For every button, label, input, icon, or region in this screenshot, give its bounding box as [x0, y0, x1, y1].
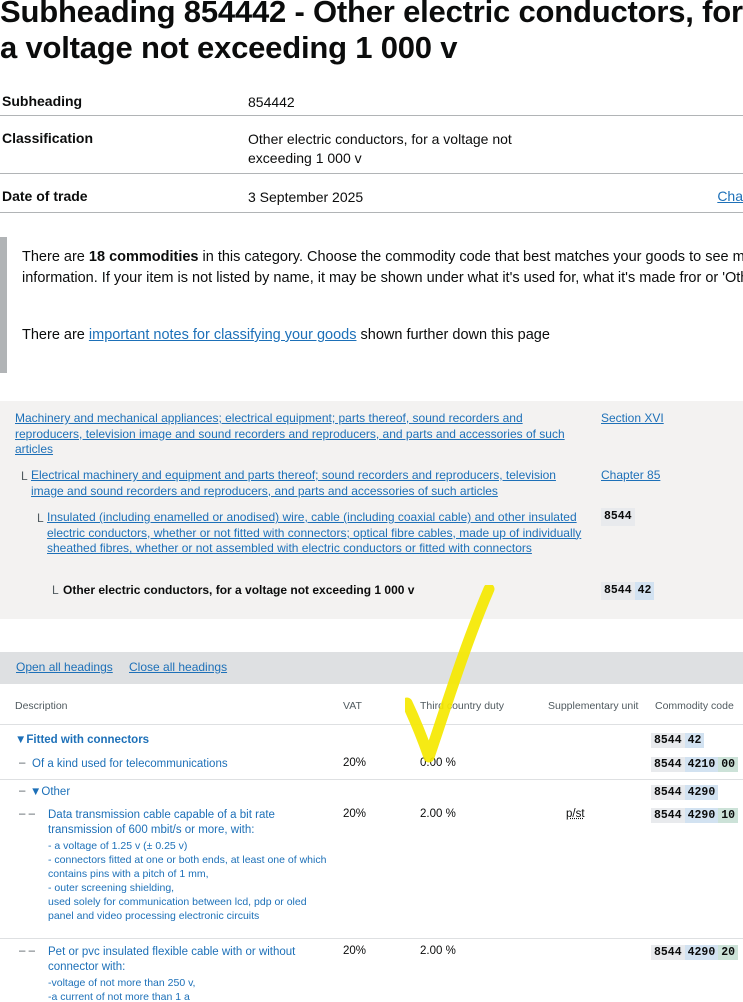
summary-value: 3 September 2025: [248, 189, 364, 205]
subheading-code: 8544 42: [601, 582, 655, 600]
header-commodity-code: Commodity code: [655, 700, 734, 712]
commodity-code: 8544 4290 10: [651, 808, 739, 823]
duty-rate: 0.00 %: [420, 757, 456, 769]
duty-rate: 2.00 %: [420, 945, 456, 957]
change-date-link[interactable]: Cha: [717, 188, 743, 204]
header-vat: VAT: [343, 700, 362, 712]
summary-row-subheading: Subheading 854442: [0, 84, 743, 116]
close-all-headings-link[interactable]: Close all headings: [129, 660, 227, 674]
commodity-code: 8544 4290: [651, 785, 719, 800]
inset-text-part: There are: [22, 327, 89, 343]
code-chapter-part: 8544: [651, 733, 685, 748]
important-notes-link[interactable]: important notes for classifying your goo…: [89, 327, 357, 343]
hierarchy-breadcrumbs: Machinery and mechanical appliances; ele…: [0, 401, 743, 619]
tree-dash: – –: [19, 945, 35, 957]
commodity-code: 8544 4210 00: [651, 757, 739, 772]
triangle-down-icon: ▼: [30, 786, 42, 798]
current-subheading: Other electric conductors, for a voltage…: [63, 583, 415, 597]
row-detail: - outer screening shielding,: [48, 881, 175, 894]
row-detail: - a voltage of 1.25 v (± 0.25 v): [48, 839, 188, 852]
headings-toolbar: Open all headings Close all headings: [0, 652, 743, 684]
supplementary-unit[interactable]: p/st: [566, 808, 585, 820]
row-detail: used solely for communication between lc…: [48, 895, 307, 922]
tree-dash: –: [19, 757, 26, 769]
open-all-headings-link[interactable]: Open all headings: [16, 660, 113, 674]
summary-row-classification: Classification Other electric conductors…: [0, 115, 743, 174]
tree-corner-icon: L: [52, 583, 59, 597]
vat-rate: 20%: [343, 945, 367, 957]
code-subheading-part: 4290: [684, 808, 719, 823]
row-divider: [0, 938, 743, 939]
page-title: Subheading 854442 - Other electric condu…: [0, 0, 743, 65]
commodity-count-text: There are 18 commodities in this categor…: [22, 247, 743, 289]
code-subheading-part: 4210: [684, 757, 719, 772]
row-label: Other: [41, 786, 71, 798]
table-row-data-cable[interactable]: – – Data transmission cable capable of a…: [0, 808, 743, 936]
code-chapter-part: 8544: [601, 582, 635, 600]
table-row-pvc-cable[interactable]: – – Pet or pvc insulated flexible cable …: [0, 945, 743, 1002]
commodity-link[interactable]: Data transmission cable capable of a bit…: [48, 808, 333, 923]
table-row-telecom[interactable]: – Of a kind used for telecommunications …: [0, 757, 743, 779]
tree-row-fitted[interactable]: ▼Fitted with connectors 8544 42: [0, 733, 743, 755]
code-chapter-part: 8544: [651, 945, 685, 960]
tree-corner-icon: L: [21, 469, 28, 483]
code-subheading-part: 4290: [684, 785, 719, 800]
tree-dash: – –: [19, 808, 35, 820]
duty-rate: 2.00 %: [420, 808, 456, 820]
commodity-code: 8544 4290 20: [651, 945, 739, 960]
code-chapter-part: 8544: [601, 508, 635, 526]
chapter-link[interactable]: Electrical machinery and equipment and p…: [31, 468, 586, 499]
code-suffix-part: 10: [718, 808, 739, 823]
row-label: Pet or pvc insulated flexible cable with…: [48, 946, 296, 974]
inset-text-part: There are: [22, 249, 89, 265]
code-chapter-part: 8544: [651, 808, 685, 823]
header-supplementary-unit: Supplementary unit: [548, 700, 639, 712]
row-detail: -voltage of not more than 250 v,: [48, 976, 196, 989]
heading-code: 8544: [601, 508, 635, 526]
summary-value: 854442: [248, 94, 295, 110]
table-header: Description VAT Third country duty Suppl…: [0, 700, 743, 725]
toggle-other[interactable]: ▼Other: [30, 785, 70, 800]
tree-dash: –: [19, 785, 26, 797]
commodity-link[interactable]: Of a kind used for telecommunications: [32, 757, 228, 772]
commodity-link[interactable]: Pet or pvc insulated flexible cable with…: [48, 945, 333, 1002]
inset-text-part: shown further down this page: [356, 327, 550, 343]
section-ref-link[interactable]: Section XVI: [601, 411, 664, 427]
vat-rate: 20%: [343, 808, 367, 820]
row-detail: -a current of not more than 1 a: [48, 990, 190, 1002]
triangle-down-icon: ▼: [15, 734, 27, 746]
code-subheading-part: 4290: [684, 945, 719, 960]
summary-row-date: Date of trade 3 September 2025 Cha: [0, 173, 743, 213]
vat-rate: 20%: [343, 757, 367, 769]
notes-text: There are important notes for classifyin…: [22, 325, 743, 346]
summary-key: Subheading: [2, 93, 83, 109]
row-label: Fitted with connectors: [26, 734, 150, 746]
chapter-ref-link[interactable]: Chapter 85: [601, 468, 660, 484]
summary-key: Date of trade: [2, 188, 88, 204]
heading-link[interactable]: Insulated (including enamelled or anodis…: [47, 510, 587, 557]
header-description: Description: [15, 700, 68, 712]
tree-corner-icon: L: [37, 511, 44, 525]
code-subheading-part: 42: [684, 733, 705, 748]
code-chapter-part: 8544: [651, 757, 685, 772]
row-divider: [0, 779, 743, 780]
tree-row-other[interactable]: – ▼Other 8544 4290: [0, 785, 743, 807]
commodity-count: 18 commodities: [88, 249, 199, 265]
section-link[interactable]: Machinery and mechanical appliances; ele…: [15, 411, 590, 458]
code-subheading-part: 42: [634, 582, 655, 600]
toggle-fitted[interactable]: ▼Fitted with connectors: [15, 733, 149, 748]
code-suffix-part: 20: [718, 945, 739, 960]
header-duty: Third country duty: [420, 700, 505, 712]
summary-key: Classification: [2, 130, 94, 146]
summary-value: Other electric conductors, for a voltage…: [248, 131, 512, 166]
row-detail: - connectors fitted at one or both ends,…: [48, 853, 327, 880]
code-chapter-part: 8544: [651, 785, 685, 800]
commodity-code: 8544 42: [651, 733, 705, 748]
inset-text: There are 18 commodities in this categor…: [0, 237, 743, 373]
row-label: Data transmission cable capable of a bit…: [48, 809, 275, 837]
code-suffix-part: 00: [718, 757, 739, 772]
